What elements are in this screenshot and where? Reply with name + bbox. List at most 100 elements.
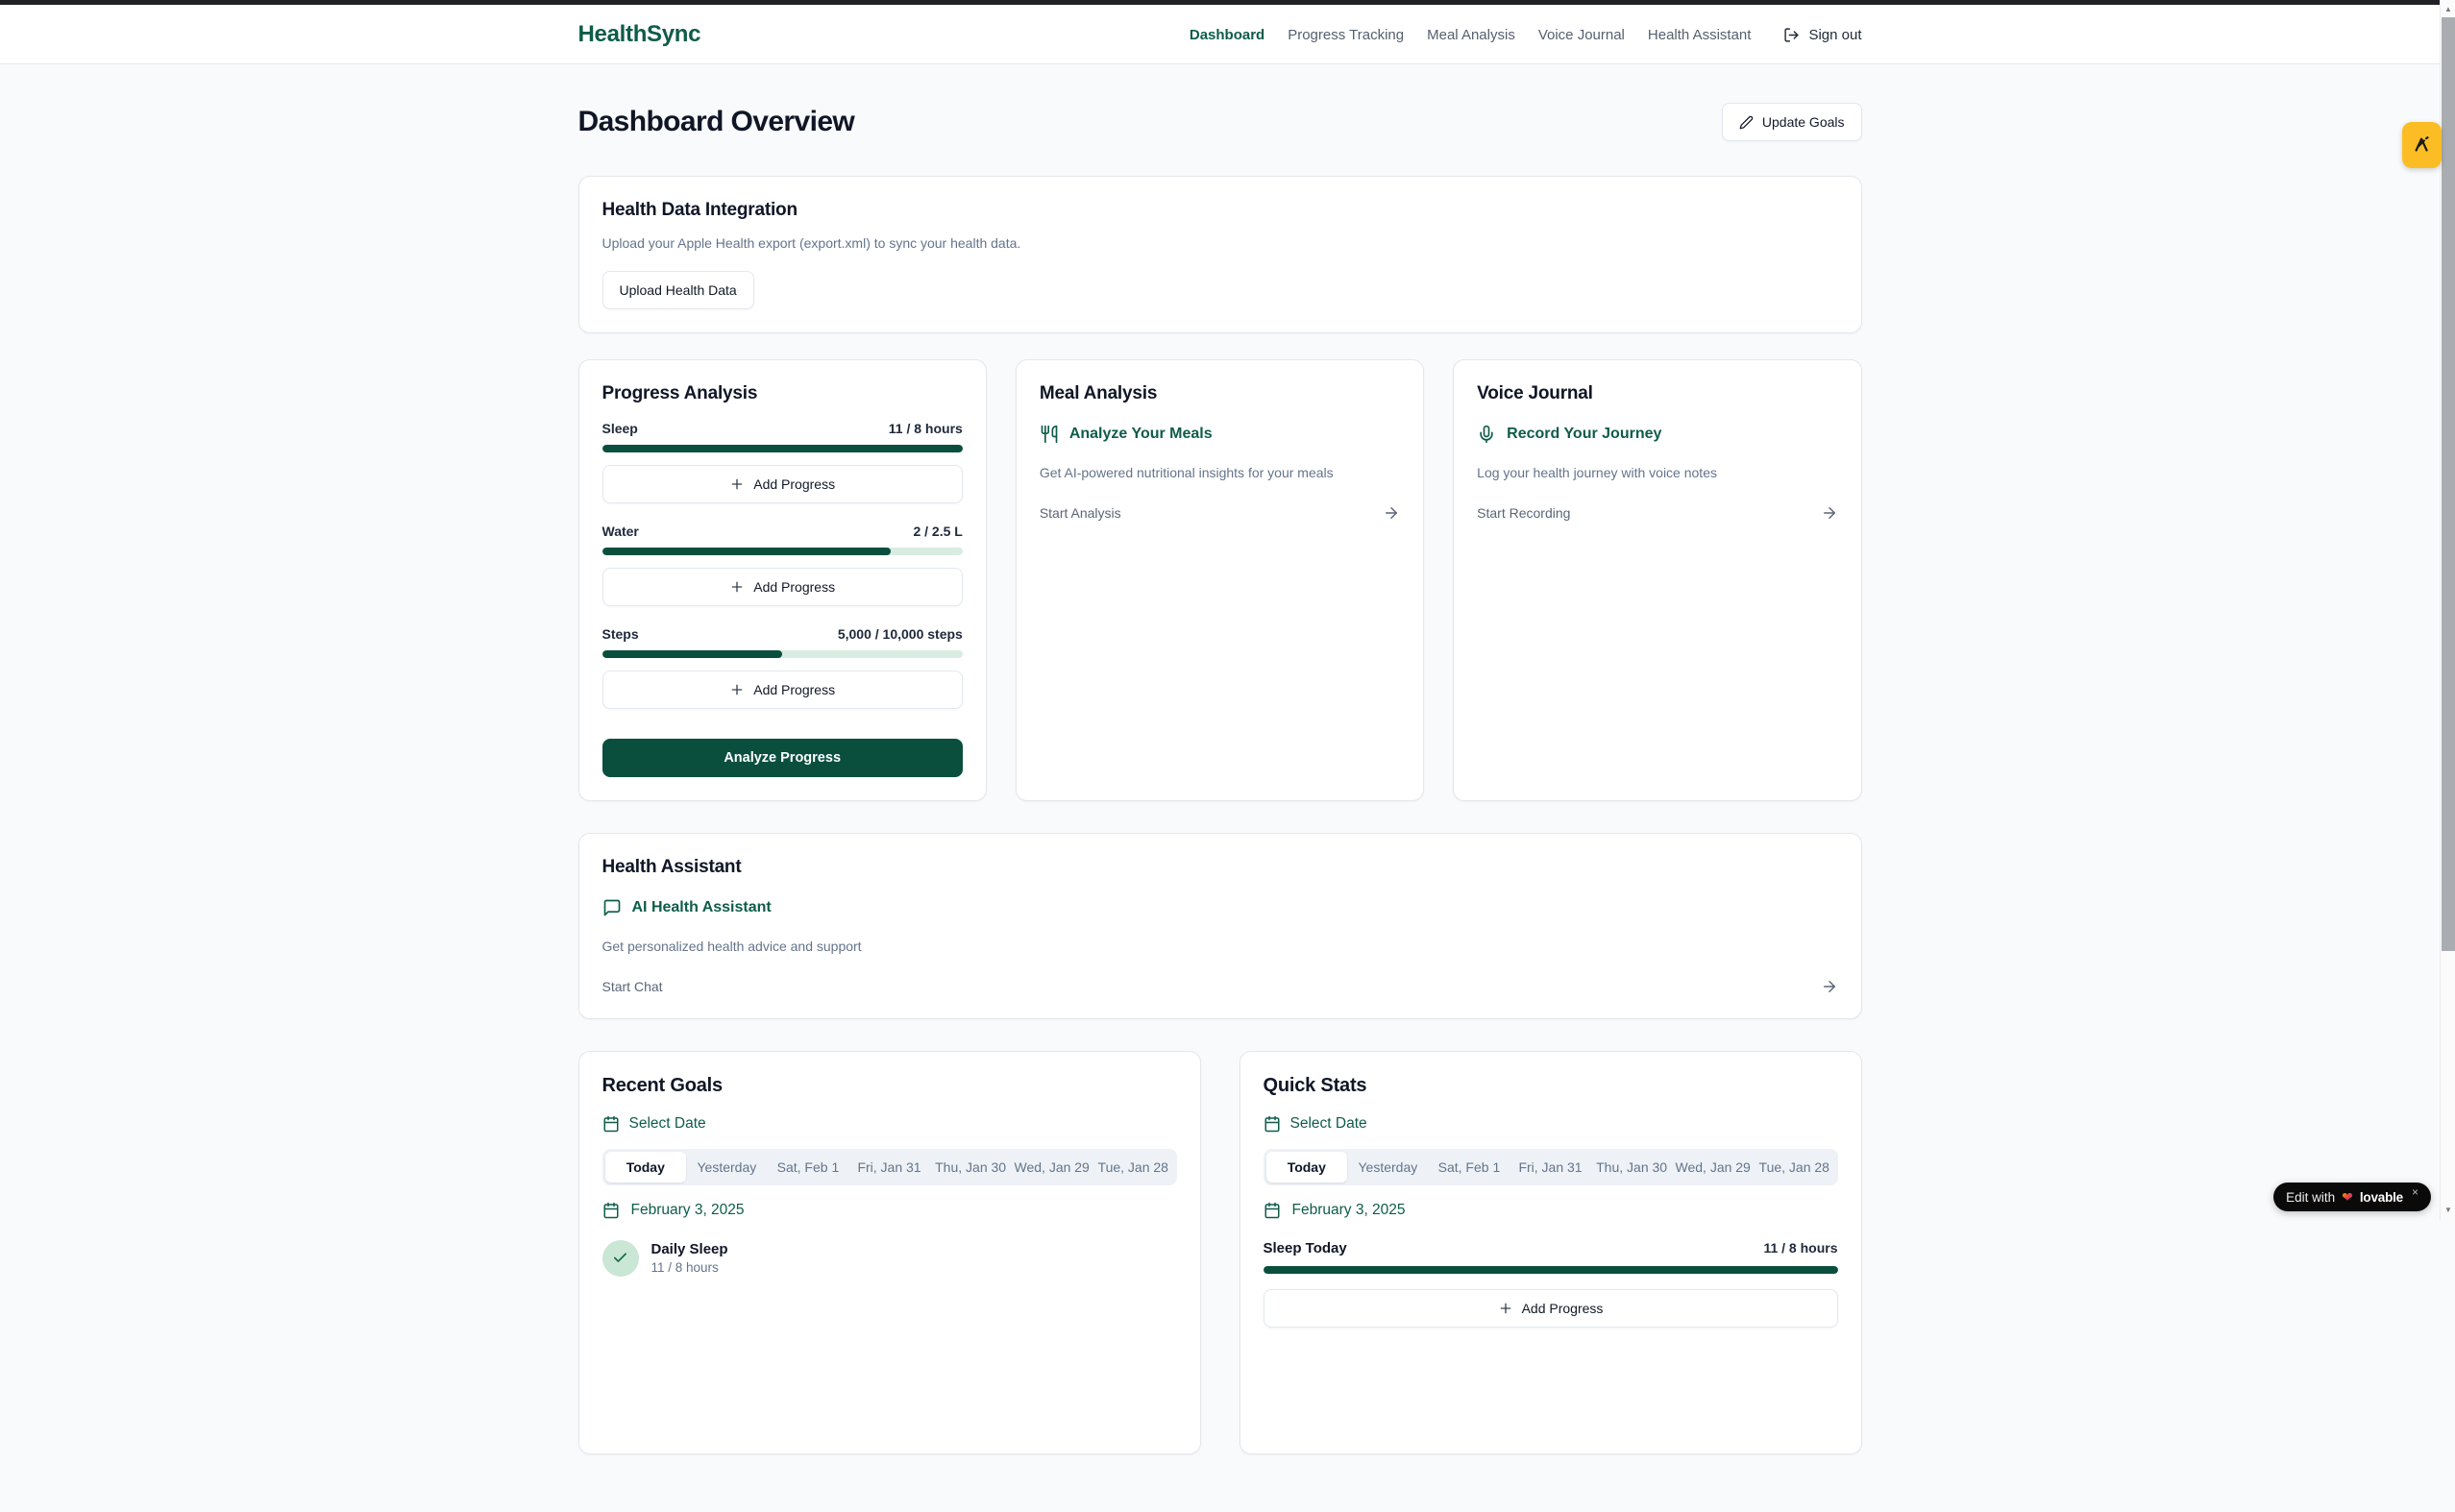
scrollbar-thumb[interactable] xyxy=(2442,17,2455,951)
upload-health-data-button[interactable]: Upload Health Data xyxy=(602,271,754,309)
date-tabs: Today Yesterday Sat, Feb 1 Fri, Jan 31 T… xyxy=(1264,1149,1838,1185)
add-progress-button[interactable]: Add Progress xyxy=(602,568,963,606)
date-tab[interactable]: Tue, Jan 28 xyxy=(1092,1152,1174,1183)
date-tab[interactable]: Fri, Jan 31 xyxy=(1510,1152,1591,1183)
select-date-button[interactable]: Select Date xyxy=(602,1115,1177,1133)
app-page: HealthSync Dashboard Progress Tracking M… xyxy=(0,5,2440,1512)
date-tab[interactable]: Sat, Feb 1 xyxy=(768,1152,849,1183)
utensils-icon xyxy=(1040,425,1059,444)
log-out-icon xyxy=(1783,27,1800,43)
metric-label: Water xyxy=(602,524,639,539)
add-progress-button[interactable]: Add Progress xyxy=(602,465,963,503)
pencil-icon xyxy=(1739,115,1754,130)
date-tab[interactable]: Yesterday xyxy=(686,1152,768,1183)
app-logo: HealthSync xyxy=(578,21,701,48)
vertical-scrollbar[interactable]: ▲ ▼ xyxy=(2440,0,2455,1220)
heart-icon: ❤ xyxy=(2342,1189,2353,1206)
browser-extension-tab-button[interactable] xyxy=(2402,122,2442,168)
date-tab[interactable]: Tue, Jan 28 xyxy=(1754,1152,1835,1183)
window-top-strip xyxy=(0,0,2440,5)
select-date-label: Select Date xyxy=(629,1115,706,1133)
card-title: Health Assistant xyxy=(602,857,1838,878)
start-recording-label: Start Recording xyxy=(1477,505,1570,521)
goal-name: Daily Sleep xyxy=(651,1241,728,1257)
stat-value: 11 / 8 hours xyxy=(1763,1240,1837,1256)
date-tab[interactable]: Today xyxy=(605,1152,687,1183)
start-analysis-action[interactable]: Start Analysis xyxy=(1040,504,1400,522)
add-progress-button[interactable]: Add Progress xyxy=(602,671,963,709)
select-date-button[interactable]: Select Date xyxy=(1264,1115,1838,1133)
selected-date: February 3, 2025 xyxy=(602,1202,1177,1219)
date-tab[interactable]: Today xyxy=(1266,1152,1348,1183)
health-data-integration-card: Health Data Integration Upload your Appl… xyxy=(578,176,1862,333)
record-your-journey-label: Record Your Journey xyxy=(1507,426,1661,443)
progress-bar-fill xyxy=(602,548,891,555)
arrow-right-icon xyxy=(1821,504,1838,522)
plus-icon xyxy=(1498,1301,1513,1316)
scroll-up-arrow-icon[interactable]: ▲ xyxy=(2441,1,2455,16)
extension-logo-icon xyxy=(2412,134,2433,156)
progress-bar xyxy=(602,650,963,658)
meal-analysis-card: Meal Analysis Analyze Your Meals Get AI-… xyxy=(1016,359,1424,801)
progress-bar xyxy=(602,445,963,452)
date-tab[interactable]: Fri, Jan 31 xyxy=(848,1152,930,1183)
date-tabs: Today Yesterday Sat, Feb 1 Fri, Jan 31 T… xyxy=(602,1149,1177,1185)
add-progress-label: Add Progress xyxy=(753,682,835,697)
nav-link[interactable]: Voice Journal xyxy=(1538,27,1625,43)
record-your-journey-link[interactable]: Record Your Journey xyxy=(1477,425,1837,444)
goal-status-badge xyxy=(602,1240,639,1277)
start-chat-action[interactable]: Start Chat xyxy=(602,978,1838,995)
message-square-icon xyxy=(602,898,622,917)
progress-analysis-card: Progress Analysis Sleep 11 / 8 hours xyxy=(578,359,987,801)
goal-value: 11 / 8 hours xyxy=(651,1260,728,1275)
start-chat-label: Start Chat xyxy=(602,979,663,994)
progress-metric: Steps 5,000 / 10,000 steps Add Progress xyxy=(602,626,963,729)
voice-journal-card: Voice Journal Record Your Journey Log yo… xyxy=(1453,359,1861,801)
nav-link[interactable]: Health Assistant xyxy=(1648,27,1752,43)
select-date-label: Select Date xyxy=(1290,1115,1367,1133)
ai-health-assistant-link[interactable]: AI Health Assistant xyxy=(602,898,1838,917)
start-recording-action[interactable]: Start Recording xyxy=(1477,504,1837,522)
sign-out-button[interactable]: Sign out xyxy=(1783,27,1861,43)
card-description: Upload your Apple Health export (export.… xyxy=(602,233,1838,253)
start-analysis-label: Start Analysis xyxy=(1040,505,1121,521)
date-tab[interactable]: Wed, Jan 29 xyxy=(1011,1152,1092,1183)
card-title: Recent Goals xyxy=(602,1075,1177,1097)
date-tab[interactable]: Sat, Feb 1 xyxy=(1429,1152,1510,1183)
nav-link[interactable]: Dashboard xyxy=(1190,27,1264,43)
badge-close-icon[interactable]: × xyxy=(2412,1185,2418,1199)
health-assistant-card: Health Assistant AI Health Assistant Get… xyxy=(578,833,1862,1018)
add-progress-button[interactable]: Add Progress xyxy=(1264,1289,1838,1328)
progress-bar xyxy=(602,548,963,555)
date-tab[interactable]: Thu, Jan 30 xyxy=(930,1152,1012,1183)
card-title: Quick Stats xyxy=(1264,1075,1838,1097)
card-title: Voice Journal xyxy=(1477,383,1837,404)
date-tab[interactable]: Thu, Jan 30 xyxy=(1591,1152,1673,1183)
selected-date-label: February 3, 2025 xyxy=(631,1202,745,1219)
progress-bar-fill xyxy=(602,650,783,658)
scroll-down-arrow-icon[interactable]: ▼ xyxy=(2441,1202,2455,1217)
nav-link[interactable]: Meal Analysis xyxy=(1427,27,1515,43)
progress-bar-fill xyxy=(602,445,963,452)
update-goals-button[interactable]: Update Goals xyxy=(1722,103,1862,141)
progress-metric: Sleep 11 / 8 hours Add Progress xyxy=(602,421,963,524)
card-title: Health Data Integration xyxy=(602,200,1838,221)
badge-prefix: Edit with xyxy=(2286,1190,2335,1205)
metric-value: 11 / 8 hours xyxy=(889,421,963,436)
edit-with-lovable-badge[interactable]: Edit with ❤ lovable × xyxy=(2273,1183,2431,1211)
analyze-progress-button[interactable]: Analyze Progress xyxy=(602,739,963,777)
ai-health-assistant-label: AI Health Assistant xyxy=(632,899,772,916)
analyze-your-meals-label: Analyze Your Meals xyxy=(1069,426,1213,443)
update-goals-label: Update Goals xyxy=(1762,114,1845,130)
selected-date: February 3, 2025 xyxy=(1264,1202,1838,1219)
date-tab[interactable]: Yesterday xyxy=(1347,1152,1429,1183)
plus-icon xyxy=(729,682,745,697)
calendar-icon xyxy=(602,1115,620,1133)
sign-out-label: Sign out xyxy=(1808,27,1861,43)
quick-stats-card: Quick Stats Select Date Today Yesterday … xyxy=(1240,1051,1862,1454)
add-progress-label: Add Progress xyxy=(1522,1301,1604,1316)
date-tab[interactable]: Wed, Jan 29 xyxy=(1672,1152,1754,1183)
analyze-your-meals-link[interactable]: Analyze Your Meals xyxy=(1040,425,1400,444)
progress-bar-fill xyxy=(1264,1266,1838,1274)
nav-link[interactable]: Progress Tracking xyxy=(1288,27,1404,43)
